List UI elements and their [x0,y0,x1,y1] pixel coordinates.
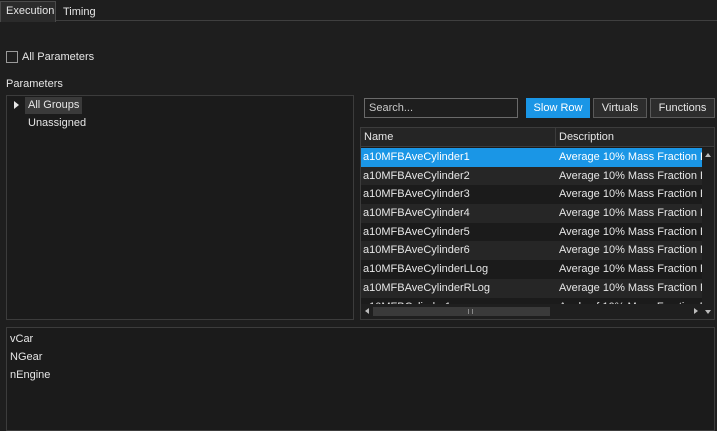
cell-name: a10MFBAveCylinder1 [363,151,470,163]
scroll-corner [702,304,714,319]
parameters-section-label: Parameters [6,78,63,90]
horizontal-scroll-thumb[interactable] [373,307,550,316]
cell-name: a10MFBAveCylinder3 [363,188,470,201]
cell-name: a10MFBAveCylinder5 [363,225,470,238]
cell-description: Average 10% Mass Fraction Bu [559,169,702,182]
tab-execution[interactable]: Execution [0,1,56,22]
list-item[interactable]: NGear [10,349,42,366]
table-row[interactable]: a10MFBAveCylinderLLog Average 10% Mass Fr… [361,260,702,279]
cell-description: Average 10% Mass Fraction Bu [559,188,702,201]
table-row[interactable]: a10MFBAveCylinderRLog Average 10% Mass Fr… [361,278,702,298]
parameter-group-tree[interactable]: All Groups Unassigned [6,95,354,320]
cell-description: Average 10% Mass Fraction Bu [559,281,702,294]
cell-name: a10MFBAveCylinderLLog [363,263,489,276]
column-header-name[interactable]: Name [361,128,555,147]
table-row[interactable]: a10MFBAveCylinder6 Average 10% Mass Fract… [361,241,702,261]
expand-arrow-icon[interactable] [14,101,19,109]
cell-description: Average 10% Mass Fraction Bu [559,244,702,257]
slow-row-button[interactable]: Slow Row [526,98,590,118]
tree-item-unassigned[interactable]: Unassigned [25,115,89,132]
scroll-right-arrow-icon[interactable] [694,308,698,314]
scroll-down-arrow-icon[interactable] [705,310,711,314]
scroll-left-arrow-icon[interactable] [365,308,369,314]
virtuals-button[interactable]: Virtuals [593,98,647,118]
all-parameters-label: All Parameters [22,51,95,63]
horizontal-scrollbar[interactable] [361,304,702,319]
scroll-up-arrow-icon[interactable] [705,153,711,157]
search-input[interactable] [364,98,518,118]
grid-header: Name Description [361,128,714,147]
cell-description: Average 10% Mass Fraction Bu [559,151,702,163]
functions-button[interactable]: Functions [650,98,715,118]
all-parameters-checkbox[interactable] [6,51,18,63]
table-row[interactable]: a10MFBAveCylinder3 Average 10% Mass Fract… [361,185,702,204]
tab-bar: Execution Timing [0,0,717,22]
cell-description: Average 10% Mass Fraction Bu [559,225,702,238]
cell-description: Average 10% Mass Fraction Bu [559,207,702,220]
cell-name: a10MFBAveCylinderRLog [363,281,490,294]
vertical-scrollbar[interactable] [702,148,714,304]
list-item[interactable]: nEngine [10,367,50,384]
cell-description: Average 10% Mass Fraction Bu [559,263,702,276]
cell-name: a10MFBAveCylinder6 [363,244,470,257]
cell-name: a10MFBAveCylinder4 [363,207,470,220]
column-header-description[interactable]: Description [556,128,714,147]
table-row[interactable]: a10MFBAveCylinder4 Average 10% Mass Fract… [361,204,702,223]
table-row[interactable]: a10MFBAveCylinder5 Average 10% Mass Fract… [361,223,702,242]
tree-item-all-groups[interactable]: All Groups [25,97,83,114]
cell-name: a10MFBAveCylinder2 [363,169,470,182]
all-parameters-row[interactable]: All Parameters [6,50,94,64]
tab-timing[interactable]: Timing [57,2,100,21]
grid-rows: a10MFBAveCylinder1 Average 10% Mass Fract… [361,148,702,304]
list-item[interactable]: vCar [10,331,33,348]
selected-channels-list[interactable]: vCar NGear nEngine [6,327,715,431]
parameter-grid: Name Description a10MFBAveCylinder1 Avera… [360,127,715,320]
scroll-grip-icon [468,309,473,314]
table-row[interactable]: a10MFBAveCylinder2 Average 10% Mass Fract… [361,166,702,186]
table-row[interactable]: a10MFBAveCylinder1 Average 10% Mass Fract… [361,148,702,167]
